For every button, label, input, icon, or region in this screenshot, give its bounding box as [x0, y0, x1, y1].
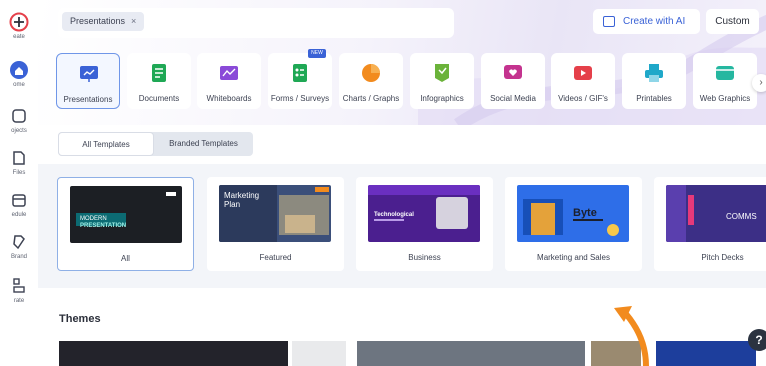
rail-label-create: eate	[13, 34, 25, 40]
rail-item-integrate[interactable]: rate	[0, 276, 38, 304]
create-with-ai-label: Create with AI	[623, 16, 686, 27]
form-icon	[293, 64, 307, 82]
category-social-media[interactable]: Social Media	[481, 53, 545, 109]
theme-card[interactable]	[656, 341, 756, 366]
new-badge: NEW	[308, 49, 326, 58]
template-thumbnail: MODERN PRESENTATION	[70, 186, 182, 243]
ai-sparkle-icon	[603, 16, 615, 27]
template-thumbnail: Byte	[517, 185, 629, 242]
web-graphic-icon	[716, 66, 734, 80]
thumb-title-line-2: Plan	[224, 200, 240, 209]
presentation-icon	[80, 66, 98, 82]
category-label: Forms / Surveys	[270, 94, 330, 103]
template-card-pitch-decks[interactable]: COMMS Pitch Decks	[654, 177, 766, 271]
annotation-arrow-icon	[614, 306, 649, 366]
theme-card[interactable]	[357, 341, 585, 366]
category-label: Web Graphics	[699, 94, 751, 103]
rail-item-home[interactable]: ome	[0, 60, 38, 88]
category-label: Whiteboards	[206, 94, 252, 103]
schedule-icon	[12, 194, 26, 207]
category-label: Printables	[636, 94, 672, 103]
category-infographics[interactable]: Infographics	[410, 53, 474, 109]
help-button[interactable]: ?	[748, 329, 766, 351]
integrate-icon	[13, 278, 25, 293]
category-forms-surveys[interactable]: NEW Forms / Surveys	[268, 49, 332, 109]
plus-icon	[9, 12, 29, 32]
category-videos-gifs[interactable]: Videos / GIF's	[551, 53, 615, 109]
category-charts-graphs[interactable]: Charts / Graphs	[339, 53, 403, 109]
left-rail: eate ome ojects Files edule Brand rate	[0, 0, 38, 366]
chip-close-icon[interactable]: ×	[131, 16, 136, 26]
chevron-right-icon[interactable]: ›	[752, 74, 766, 92]
whiteboard-icon	[220, 66, 238, 80]
category-label: Presentations	[63, 95, 113, 104]
rail-item-brand[interactable]: Brand	[0, 232, 38, 260]
category-documents[interactable]: Documents	[127, 53, 191, 109]
create-with-ai-button[interactable]: Create with AI	[593, 9, 700, 34]
category-label: Videos / GIF's	[558, 94, 608, 103]
rail-label-projects: ojects	[11, 128, 27, 134]
template-thumbnail: Technological	[368, 185, 480, 242]
social-heart-icon	[504, 65, 522, 79]
rail-item-schedule[interactable]: edule	[0, 190, 38, 218]
app-page: eate ome ojects Files edule Brand rate P…	[0, 0, 766, 366]
document-icon	[152, 64, 166, 82]
rail-label-brand: Brand	[10, 254, 27, 260]
filter-chip-label: Presentations	[70, 16, 126, 26]
category-web-graphics[interactable]: Web Graphics	[693, 53, 757, 109]
category-printables[interactable]: Printables	[622, 53, 686, 109]
projects-icon	[12, 109, 26, 123]
rail-item-files[interactable]: Files	[0, 148, 38, 176]
pie-chart-icon	[362, 64, 380, 82]
template-card-label: Featured	[259, 253, 292, 262]
template-thumbnail: Marketing Plan	[219, 185, 331, 242]
rail-label-schedule: edule	[11, 212, 27, 218]
category-label: Documents	[138, 94, 180, 103]
category-label: Infographics	[420, 94, 464, 103]
template-card-label: Business	[408, 253, 441, 262]
thumb-title-line-1: Marketing	[224, 191, 259, 200]
thumb-title-line-1: Technological	[374, 212, 414, 218]
template-tabs: All Templates Branded Templates	[58, 132, 253, 156]
template-card-business[interactable]: Technological Business	[356, 177, 493, 271]
template-card-label: Marketing and Sales	[537, 253, 610, 262]
template-card-label: Pitch Decks	[701, 253, 744, 262]
theme-card[interactable]	[292, 341, 346, 366]
rail-label-files: Files	[12, 170, 26, 176]
template-card-label: All	[121, 254, 130, 263]
filter-chip-presentations[interactable]: Presentations ×	[62, 12, 145, 31]
thumb-title-line-1: COMMS	[726, 212, 757, 221]
thumb-title-line-1: MODERN	[80, 216, 107, 222]
template-thumbnail: COMMS	[666, 185, 766, 242]
themes-section-title: Themes	[59, 313, 101, 325]
category-whiteboards[interactable]: Whiteboards	[197, 53, 261, 109]
thumb-title-line-2: PRESENTATION	[80, 223, 126, 229]
template-card-all[interactable]: MODERN PRESENTATION All	[57, 177, 194, 271]
infographic-icon	[435, 64, 449, 82]
template-card-marketing-sales[interactable]: Byte Marketing and Sales	[505, 177, 642, 271]
rail-label-integrate: rate	[13, 298, 25, 304]
category-presentations[interactable]: Presentations	[56, 53, 120, 109]
category-label: Social Media	[490, 94, 536, 103]
thumb-title-line-1: Byte	[573, 207, 597, 219]
files-icon	[13, 151, 25, 165]
rail-item-create[interactable]: eate	[0, 12, 38, 40]
home-icon	[10, 61, 28, 79]
template-card-featured[interactable]: Marketing Plan Featured	[207, 177, 344, 271]
tab-branded-templates[interactable]: Branded Templates	[154, 132, 253, 156]
printer-icon	[645, 64, 663, 82]
category-label: Charts / Graphs	[342, 94, 400, 103]
video-icon	[574, 66, 592, 80]
brand-icon	[13, 235, 25, 250]
rail-label-home: ome	[13, 82, 25, 88]
theme-card[interactable]	[59, 341, 288, 366]
custom-size-button[interactable]: Custom	[706, 9, 759, 34]
rail-item-projects[interactable]: ojects	[0, 106, 38, 134]
tab-all-templates[interactable]: All Templates	[58, 132, 154, 156]
